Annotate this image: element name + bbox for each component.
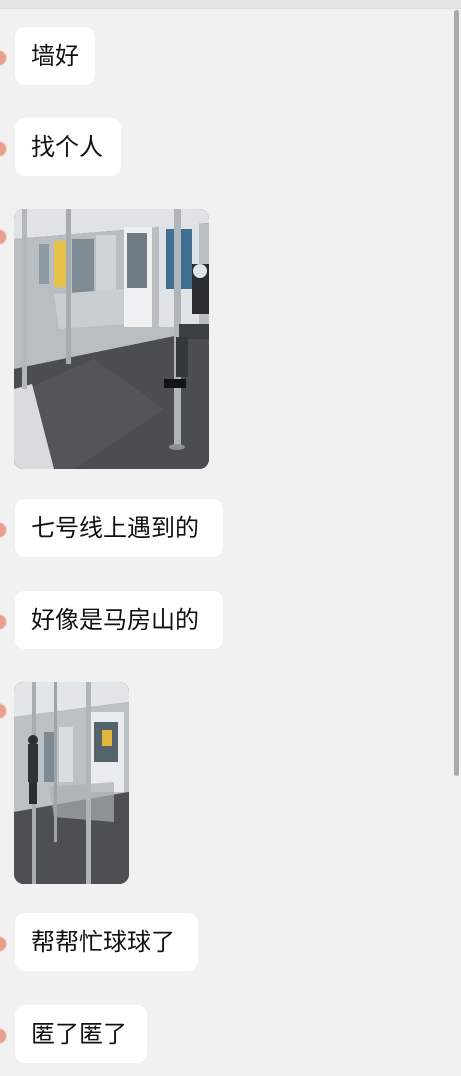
message-text: 墙好 bbox=[31, 42, 79, 70]
sender-avatar[interactable] bbox=[0, 142, 6, 156]
message-text: 匿了匿了 bbox=[31, 1020, 127, 1048]
scrollbar[interactable] bbox=[454, 10, 459, 1070]
message-text: 找个人 bbox=[31, 133, 103, 161]
message-bubble[interactable]: 好像是马房山的 bbox=[15, 591, 223, 649]
message-bubble[interactable]: 找个人 bbox=[15, 118, 121, 176]
subway-car-interior-photo bbox=[14, 209, 209, 469]
photo-message[interactable] bbox=[14, 682, 129, 884]
message-text: 七号线上遇到的 bbox=[31, 514, 199, 542]
scrollbar-thumb[interactable] bbox=[454, 10, 459, 776]
message-bubble[interactable]: 帮帮忙球球了 bbox=[15, 913, 198, 971]
sender-avatar[interactable] bbox=[0, 704, 6, 718]
message-text: 好像是马房山的 bbox=[31, 606, 199, 634]
message-text: 帮帮忙球球了 bbox=[31, 928, 175, 956]
sender-avatar[interactable] bbox=[0, 523, 6, 537]
message-bubble[interactable]: 匿了匿了 bbox=[15, 1005, 147, 1063]
top-bar bbox=[0, 0, 461, 9]
sender-avatar[interactable] bbox=[0, 230, 6, 244]
photo-message[interactable] bbox=[14, 209, 209, 469]
sender-avatar[interactable] bbox=[0, 51, 6, 65]
subway-car-interior-photo bbox=[14, 682, 129, 884]
sender-avatar[interactable] bbox=[0, 615, 6, 629]
sender-avatar[interactable] bbox=[0, 937, 6, 951]
sender-avatar[interactable] bbox=[0, 1029, 6, 1043]
message-bubble[interactable]: 七号线上遇到的 bbox=[15, 499, 223, 557]
message-bubble[interactable]: 墙好 bbox=[15, 27, 95, 85]
